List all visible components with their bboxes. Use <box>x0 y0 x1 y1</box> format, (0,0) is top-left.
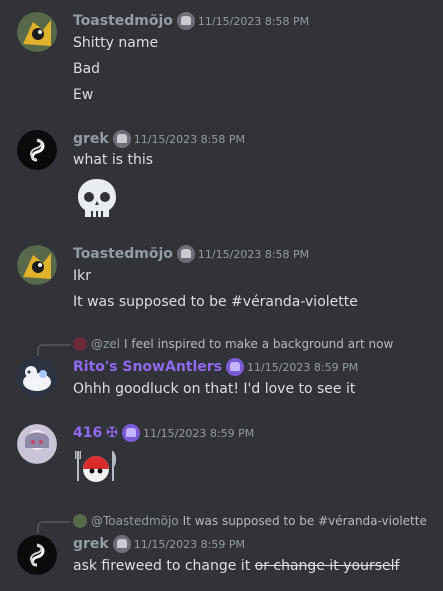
role-badge-icon <box>112 535 131 553</box>
reply-author[interactable]: @Toastedmöjo <box>91 514 179 528</box>
reply-preview[interactable]: @Toastedmöjo It was supposed to be #véra… <box>73 514 427 528</box>
message-line: Ohhh goodluck on that! I'd love to see i… <box>73 381 356 397</box>
message-line: what is this <box>73 152 154 168</box>
timestamp: 11/15/2023 8:59 PM <box>133 537 245 551</box>
reply-avatar <box>73 337 87 351</box>
timestamp: 11/15/2023 8:59 PM <box>247 360 359 374</box>
avatar-416[interactable] <box>17 424 57 464</box>
reply-text: It was supposed to be #véranda-violette <box>182 514 427 528</box>
skull-emoji <box>73 175 121 223</box>
message-line: Ew <box>73 87 94 103</box>
author-name[interactable]: Toastedmöjo <box>73 13 173 29</box>
message-line: Ikr <box>73 268 91 284</box>
reply-connector <box>37 344 71 356</box>
timestamp: 11/15/2023 8:58 PM <box>197 247 310 261</box>
avatar-grek[interactable] <box>17 535 57 575</box>
timestamp: 11/15/2023 8:59 PM <box>142 426 255 440</box>
timestamp: 11/15/2023 8:58 PM <box>197 14 310 28</box>
role-badge-icon <box>176 245 195 263</box>
author-name[interactable]: grek <box>73 536 109 552</box>
avatar-toastedmojo[interactable] <box>17 245 57 285</box>
avatar-rito[interactable] <box>17 358 57 398</box>
role-badge-icon <box>112 130 131 148</box>
timestamp: 11/15/2023 8:58 PM <box>133 132 245 146</box>
message-text: ask fireweed to change it <box>73 558 251 574</box>
message-line: Bad <box>73 61 101 77</box>
avatar-toastedmojo[interactable] <box>17 12 57 52</box>
message-line: It was supposed to be #véranda-violette <box>73 294 358 310</box>
reply-preview[interactable]: @zel I feel inspired to make a backgroun… <box>73 337 393 351</box>
role-badge-icon <box>121 424 140 442</box>
message-line: ask fireweed to change it or change it y… <box>73 558 399 574</box>
reply-text: I feel inspired to make a background art… <box>124 337 394 351</box>
reply-author[interactable]: @zel <box>91 337 120 351</box>
author-name[interactable]: Toastedmöjo <box>73 246 173 262</box>
fork-and-knife-emoji <box>73 447 119 487</box>
message-line: Shitty name <box>73 35 159 51</box>
author-name[interactable]: 416 <box>73 425 102 441</box>
strikethrough-text: or change it yourself <box>254 558 400 574</box>
reply-connector <box>37 521 71 533</box>
author-suffix: ✠ <box>106 425 118 441</box>
avatar-grek[interactable] <box>17 130 57 170</box>
author-name[interactable]: Rito's SnowAntlers <box>73 359 222 375</box>
role-badge-icon <box>226 358 245 376</box>
role-badge-icon <box>176 12 195 30</box>
author-name[interactable]: grek <box>73 131 109 147</box>
reply-avatar <box>73 514 87 528</box>
